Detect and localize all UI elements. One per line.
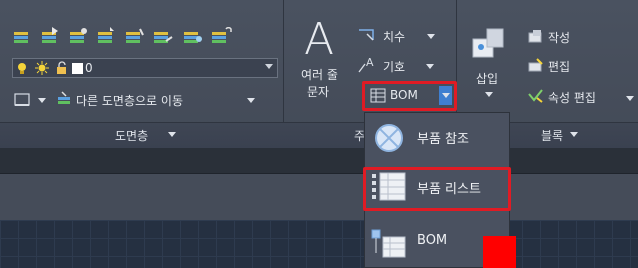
file-tab-strip xyxy=(0,148,638,174)
chevron-down-icon[interactable] xyxy=(168,132,176,137)
layer-match-icon xyxy=(126,28,144,43)
chevron-down-icon[interactable] xyxy=(38,98,46,103)
layer-lock-icon xyxy=(212,27,232,43)
bom-icon xyxy=(371,229,406,258)
unlock-icon xyxy=(57,61,66,74)
menu-item-label: 부품 참조 xyxy=(417,132,469,147)
layer-name: 0 xyxy=(85,61,93,75)
layer-unisolate-icon xyxy=(98,27,114,43)
highlight-box xyxy=(363,167,511,211)
block-panel-title[interactable]: 블록 xyxy=(541,127,563,144)
layer-isolate-icon xyxy=(70,28,87,43)
lightbulb-icon xyxy=(18,63,26,74)
layer-status-icons xyxy=(18,61,83,75)
layer-previous-icon xyxy=(154,32,173,43)
svg-text:A: A xyxy=(366,56,374,69)
move-to-layer-label[interactable]: 다른 도면층으로 이동 xyxy=(76,92,183,109)
insert-block-icon[interactable] xyxy=(469,25,509,65)
chevron-down-icon[interactable] xyxy=(426,64,434,69)
chevron-down-icon[interactable] xyxy=(570,132,578,137)
drawing-tab-area xyxy=(0,174,638,220)
symbol-icon: A xyxy=(358,56,374,73)
edit-label[interactable]: 편집 xyxy=(548,58,570,75)
chevron-down-icon[interactable] xyxy=(427,34,435,39)
create-block-icon xyxy=(528,30,542,43)
highlight-box xyxy=(362,81,457,111)
menu-item-label: BOM xyxy=(417,233,448,248)
layer-freeze-icon xyxy=(184,32,202,43)
menu-item-part-reference[interactable]: 부품 참조 xyxy=(365,115,509,159)
insert-label[interactable]: 삽입 xyxy=(476,70,498,87)
symbol-label[interactable]: 기호 xyxy=(383,58,405,75)
dimension-icon xyxy=(359,29,374,41)
multiline-text-icon[interactable]: A xyxy=(304,18,334,62)
chevron-down-icon xyxy=(265,64,273,69)
chevron-down-icon[interactable] xyxy=(247,98,255,103)
layer-tools-row xyxy=(14,27,232,43)
attribute-edit-icon xyxy=(528,89,543,103)
layers-panel-title[interactable]: 도면층 xyxy=(115,127,148,144)
drawing-canvas[interactable] xyxy=(0,220,638,268)
edit-block-icon xyxy=(528,58,543,72)
create-label[interactable]: 작성 xyxy=(548,29,570,46)
multiline-text-label-1[interactable]: 여러 줄 xyxy=(301,66,338,83)
layer-dropdown[interactable]: 0 xyxy=(12,58,278,78)
layer-box-icon xyxy=(14,93,30,106)
layer-state-icon xyxy=(42,27,58,43)
dimension-label[interactable]: 치수 xyxy=(383,28,405,45)
chevron-down-icon[interactable] xyxy=(626,96,634,101)
layer-properties-icon xyxy=(14,32,28,43)
attribute-edit-label[interactable]: 속성 편집 xyxy=(548,89,596,106)
multiline-text-label-2[interactable]: 문자 xyxy=(307,83,329,100)
part-reference-icon xyxy=(375,124,403,152)
move-to-layer-icon xyxy=(58,91,70,104)
red-marker xyxy=(483,236,516,268)
color-swatch-icon xyxy=(72,63,83,74)
chevron-down-icon[interactable] xyxy=(485,92,493,97)
sun-icon xyxy=(35,61,49,75)
